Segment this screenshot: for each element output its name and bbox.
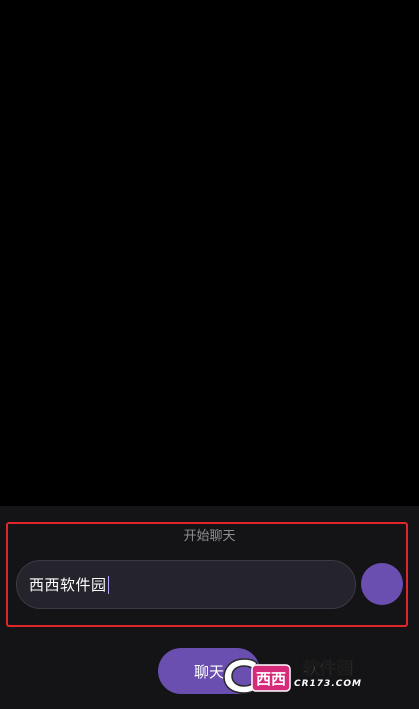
message-input-value: 西西软件园: [29, 576, 107, 594]
watermark-logo-text: 西西: [256, 670, 286, 688]
text-caret: [107, 575, 109, 594]
cr-logo-icon: 西西: [223, 658, 291, 694]
watermark-title: 软件园: [302, 658, 354, 679]
watermark-subtitle: CR173.COM: [294, 678, 362, 689]
message-area: [0, 0, 419, 506]
message-input[interactable]: 西西软件园: [16, 560, 356, 609]
start-chat-label: 开始聊天: [183, 529, 236, 544]
watermark-text-group: 软件园 CR173.COM: [294, 658, 362, 690]
chat-screen: 开始聊天 西西软件园 聊天 西西 软件园 CR173.COM: [0, 0, 419, 709]
send-button[interactable]: [361, 563, 403, 605]
watermark-logo: 西西 软件园 CR173.COM: [222, 650, 402, 698]
chat-button-label: 聊天: [194, 662, 225, 681]
